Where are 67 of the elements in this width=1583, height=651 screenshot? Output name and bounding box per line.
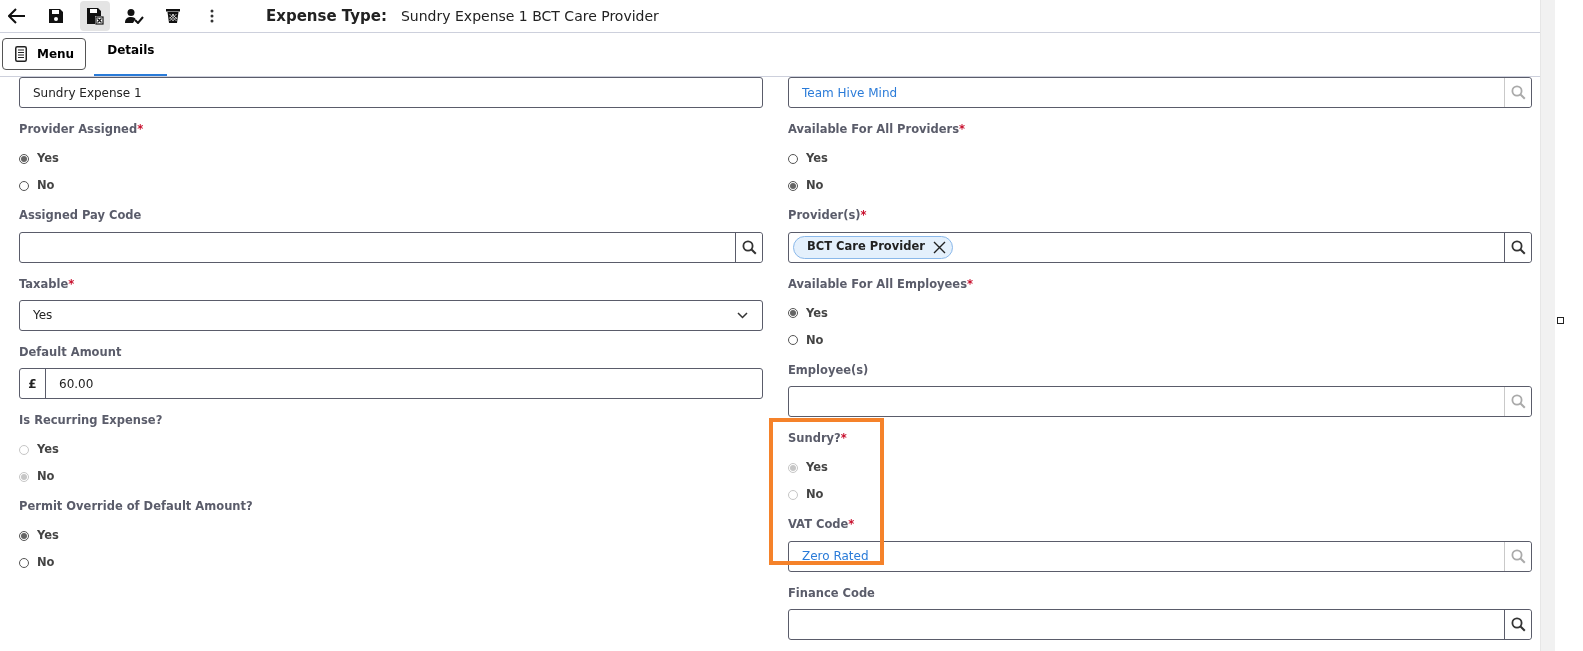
search-icon: [1510, 239, 1526, 255]
field-label: Provider Assigned*: [19, 121, 145, 138]
radio-button[interactable]: [19, 153, 29, 164]
search-icon: [1510, 394, 1526, 409]
lookup-field[interactable]: Team Hive Mind: [788, 77, 1532, 108]
text-field[interactable]: Sundry Expense 1: [19, 77, 763, 108]
radio-option[interactable]: Yes: [19, 145, 763, 173]
save-close-icon: [86, 7, 104, 25]
amount-field[interactable]: £ 60.00: [19, 368, 763, 399]
field-label: Is Recurring Expense?: [19, 412, 164, 429]
field-label: Provider(s)*: [788, 207, 868, 225]
radio-button[interactable]: [19, 531, 29, 541]
search-icon: [1510, 548, 1526, 564]
radio-option: Yes: [788, 454, 1532, 482]
radio-button[interactable]: [19, 180, 29, 191]
radio-option[interactable]: No: [788, 172, 1532, 200]
more-icon: [210, 9, 214, 23]
field-label: Sundry?*: [788, 430, 848, 447]
document-icon: [15, 46, 27, 62]
search-icon: [1510, 616, 1526, 632]
back-arrow-icon: [8, 8, 26, 24]
search-button[interactable]: [1504, 232, 1531, 262]
radio-button[interactable]: [19, 558, 29, 568]
field-label: Available For All Providers*: [788, 121, 967, 138]
radio-option[interactable]: No: [788, 326, 1532, 354]
radio-option[interactable]: No: [19, 549, 763, 577]
close-icon: [932, 240, 946, 254]
title-value: Sundry Expense 1 BCT Care Provider: [401, 6, 659, 26]
chevron-down-icon: [737, 311, 748, 319]
lookup-field[interactable]: [788, 386, 1532, 417]
dropdown-field[interactable]: Yes: [19, 299, 763, 331]
radio-button[interactable]: [788, 153, 798, 164]
search-icon: [741, 239, 757, 255]
field-label: Finance Code: [788, 584, 876, 602]
search-button[interactable]: [735, 232, 762, 262]
scrollbar[interactable]: [1540, 0, 1555, 651]
search-button[interactable]: [1504, 609, 1531, 639]
radio-option[interactable]: No: [19, 172, 763, 200]
radio-button[interactable]: [788, 180, 798, 191]
menu-button[interactable]: Menu: [2, 38, 87, 70]
save-close-button[interactable]: [80, 1, 110, 31]
radio-button[interactable]: [788, 335, 798, 346]
field-label: Taxable*: [19, 275, 76, 293]
field-label: Assigned Pay Code: [19, 207, 143, 225]
radio-option[interactable]: Yes: [19, 522, 763, 550]
radio-option: Yes: [19, 436, 763, 464]
remove-tag-button[interactable]: [932, 240, 946, 254]
radio-option: No: [788, 481, 1532, 509]
person-check-icon: [124, 8, 144, 24]
search-icon: [1510, 85, 1526, 100]
radio-option: No: [19, 463, 763, 491]
radio-option[interactable]: Yes: [788, 299, 1532, 327]
field-label: Employee(s): [788, 361, 870, 379]
save-icon: [48, 8, 64, 24]
lookup-field[interactable]: [788, 608, 1532, 640]
radio-option[interactable]: Yes: [788, 145, 1532, 173]
trash-icon: [165, 8, 181, 24]
lookup-field[interactable]: [19, 231, 763, 263]
field-label: Default Amount: [19, 343, 123, 361]
field-label: Permit Override of Default Amount?: [19, 498, 254, 516]
field-label: VAT Code*: [788, 516, 856, 534]
radio-button[interactable]: [788, 308, 798, 319]
lookup-field[interactable]: Zero Rated: [788, 540, 1532, 572]
field-label: Available For All Employees*: [788, 275, 974, 293]
title-label: Expense Type:: [266, 5, 387, 27]
handle-icon[interactable]: [1557, 317, 1564, 324]
tag-chip: BCT Care Provider: [793, 235, 953, 259]
